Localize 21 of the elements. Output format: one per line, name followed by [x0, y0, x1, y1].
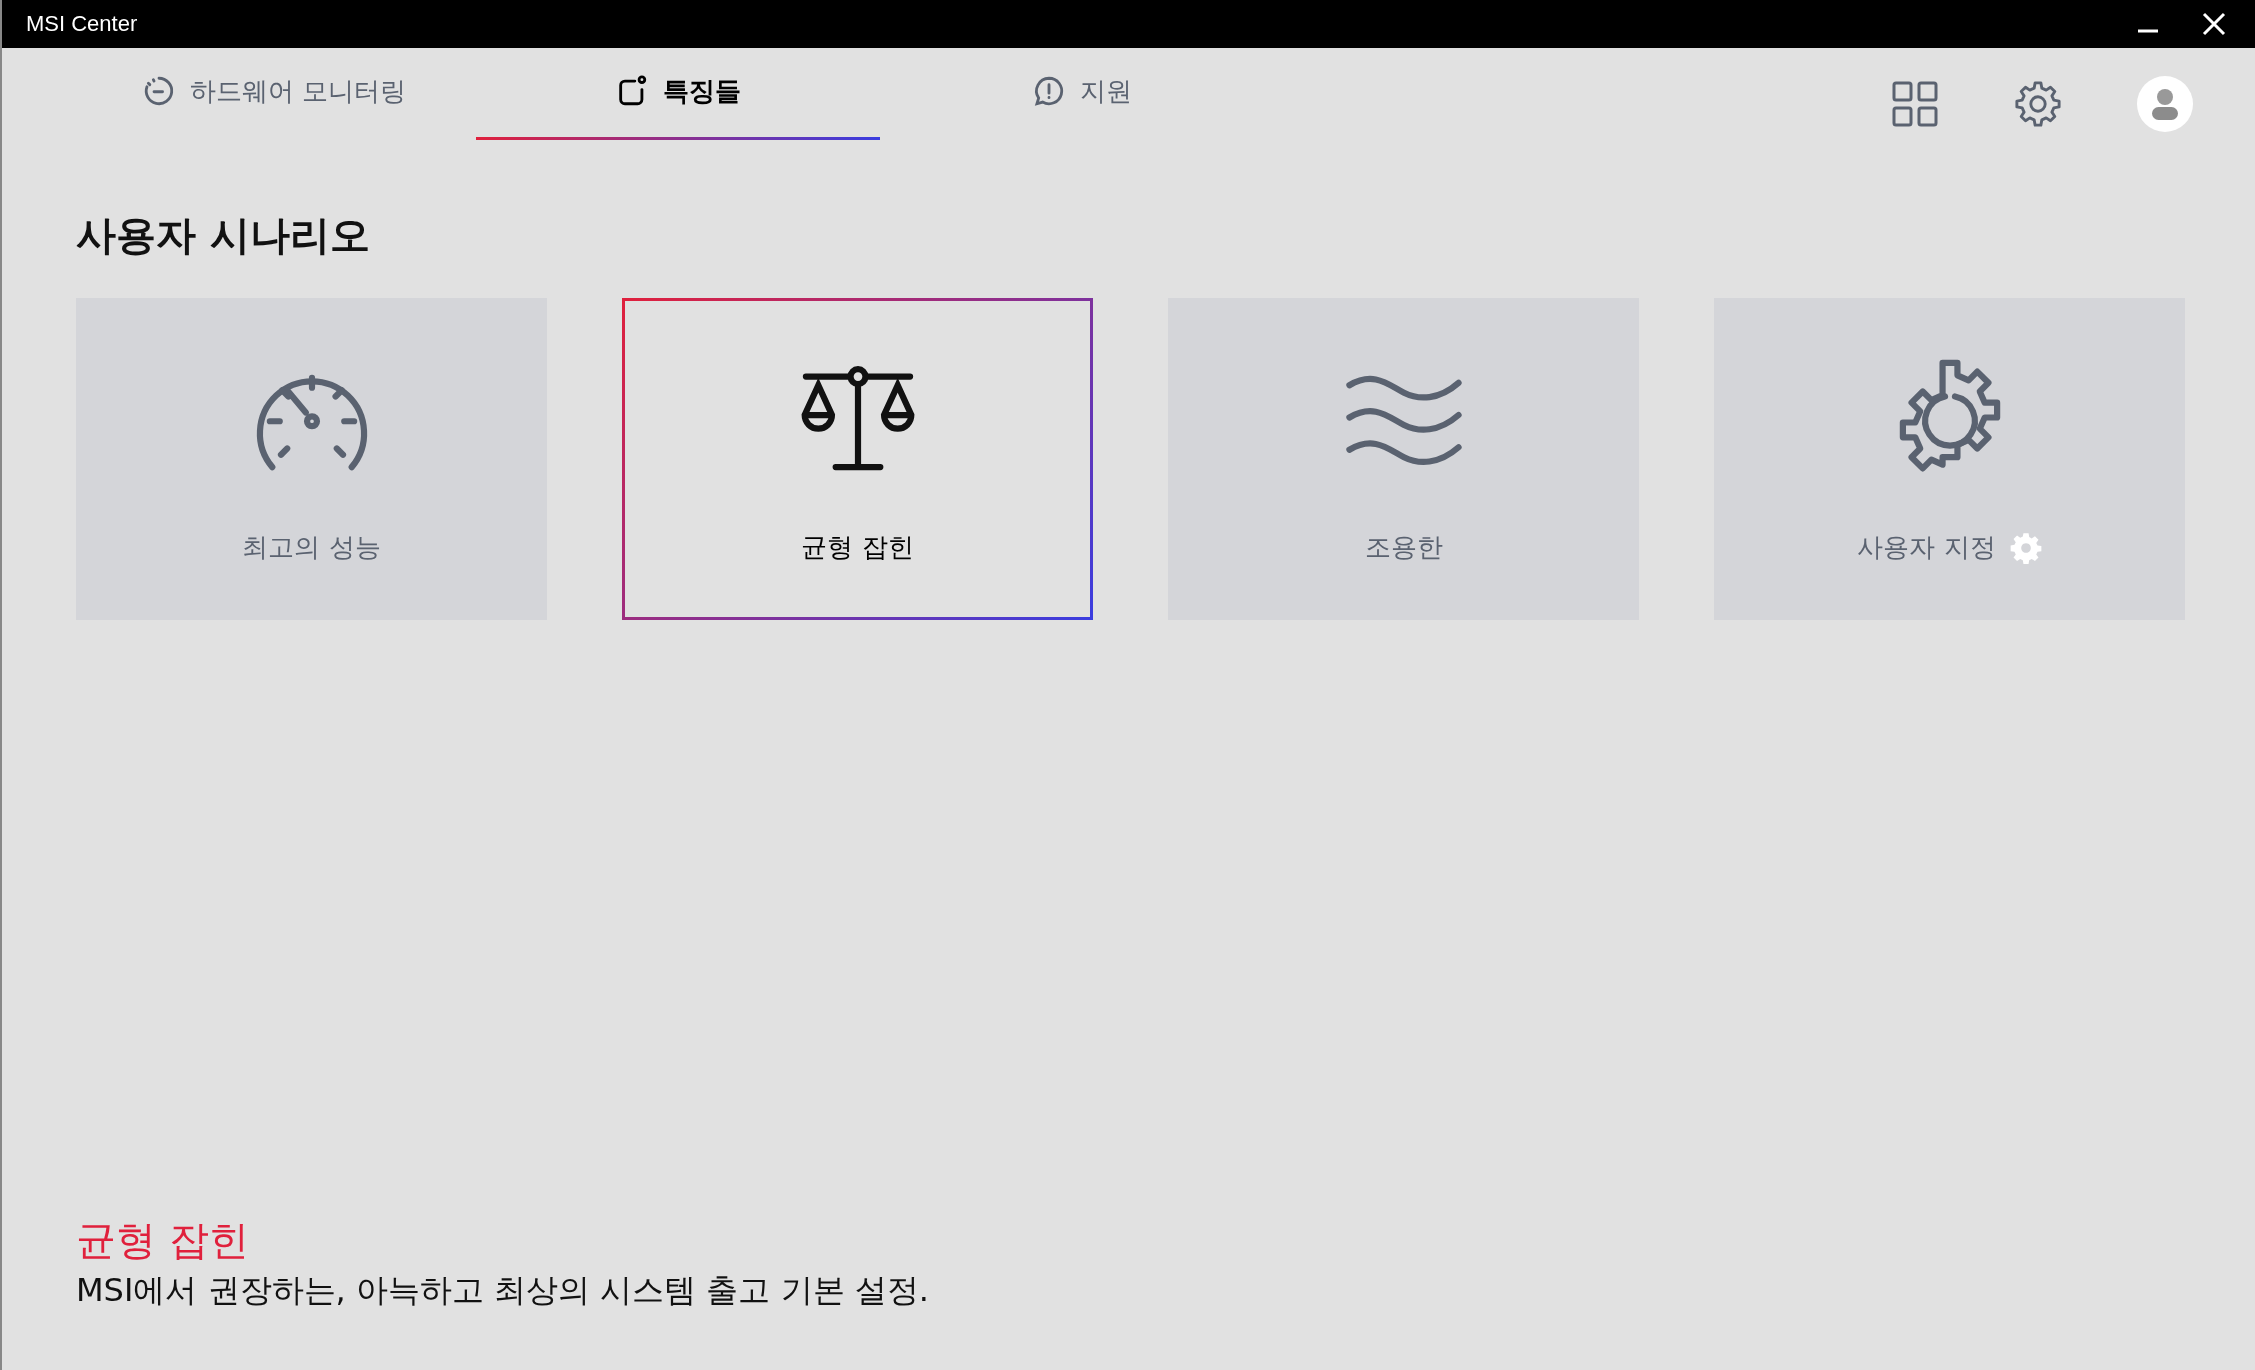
scenario-label: 균형 잡힌 [801, 531, 914, 564]
description-text: MSI에서 권장하는, 아늑하고 최상의 시스템 출고 기본 설정. [76, 1270, 929, 1311]
exclamation-bubble-icon [1032, 74, 1066, 108]
scenario-card[interactable]: 균형 잡힌 [622, 298, 1093, 620]
timer-icon [142, 74, 176, 108]
scenario-label: 최고의 성능 [242, 531, 381, 564]
section-title: 사용자 시나리오 [76, 211, 371, 260]
tab[interactable]: 특징들 [476, 48, 880, 140]
tab[interactable]: 하드웨어 모니터링 [76, 48, 476, 140]
settings-icon[interactable] [2014, 80, 2062, 128]
user-avatar[interactable] [2137, 76, 2193, 132]
description-title: 균형 잡힌 [76, 1216, 250, 1265]
scenario-card[interactable]: 조용한 [1168, 298, 1639, 620]
grid-icon[interactable] [1891, 80, 1939, 128]
tab[interactable]: 지원 [880, 48, 1284, 140]
scenario-label: 사용자 지정 [1857, 531, 1996, 564]
close-icon[interactable] [2201, 11, 2227, 37]
scenario-card[interactable]: 최고의 성능 [76, 298, 547, 620]
scenario-label: 조용한 [1364, 531, 1443, 564]
window-title: MSI Center [26, 11, 138, 37]
scenario-card[interactable]: 사용자 지정 [1714, 298, 2185, 620]
